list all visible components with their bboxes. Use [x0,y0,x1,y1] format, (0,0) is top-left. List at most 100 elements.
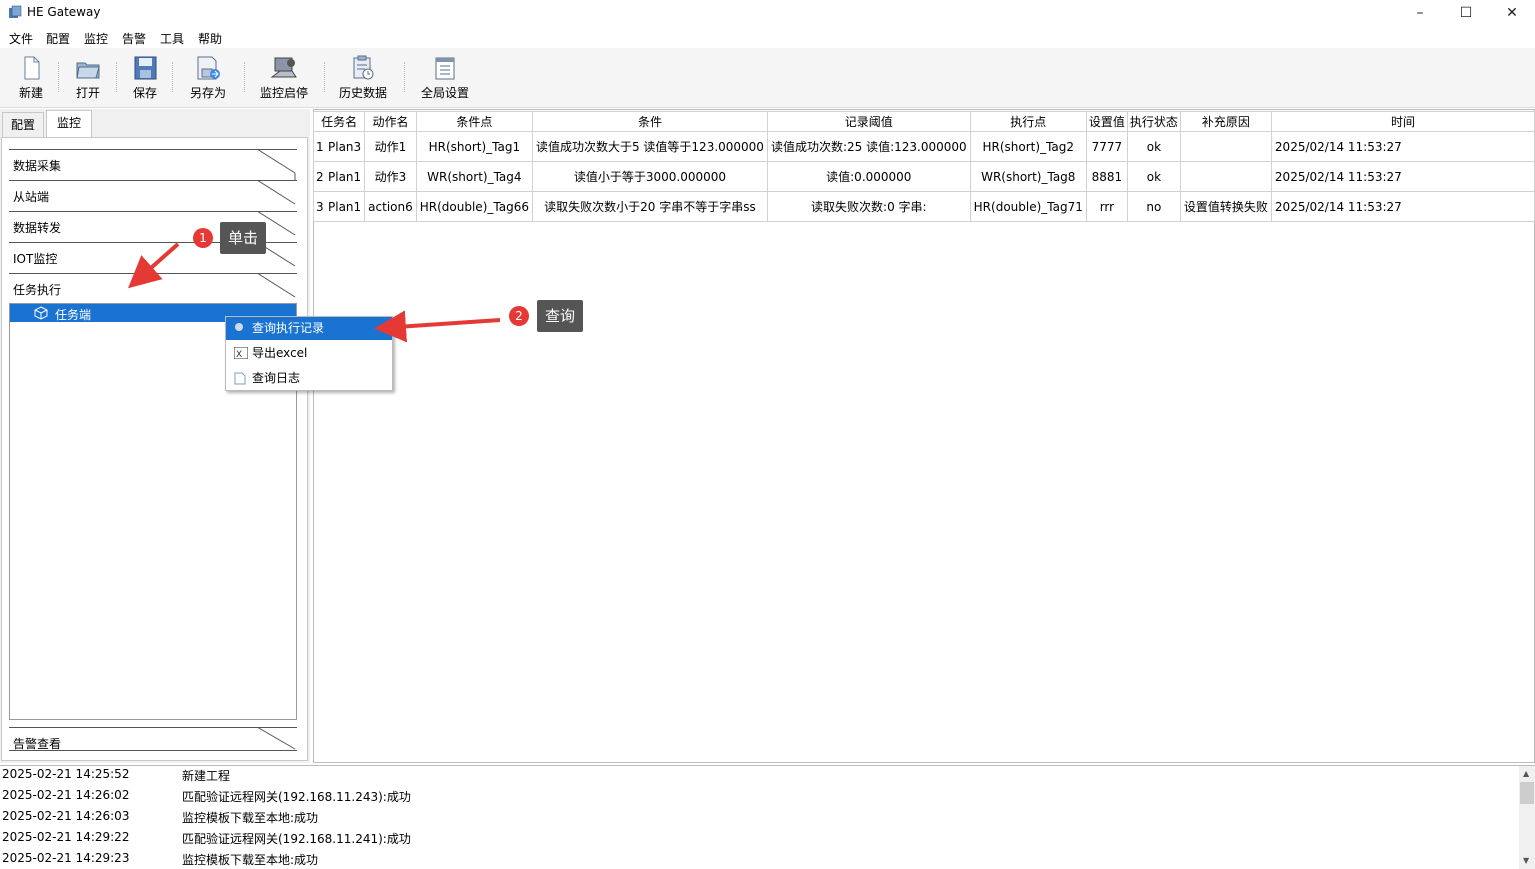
section-alarm-view[interactable]: 告警查看 [9,727,297,751]
menu-help[interactable]: 帮助 [198,30,222,47]
section-label: 任务执行 [13,283,62,297]
log-time: 2025-02-21 14:26:03 [2,809,130,823]
row-number: 1 [316,139,324,154]
col-action-name[interactable]: 动作名 [364,111,417,132]
cell-task-name: 1 Plan3 [312,131,366,162]
ctx-query-log[interactable]: 查询日志 [226,367,392,390]
history-data-button[interactable]: 历史数据 [335,52,391,102]
cell-condition-point: WR(short)_Tag4 [415,161,533,192]
monitor-start-stop-button[interactable]: 监控启停 [255,52,313,102]
col-condition[interactable]: 条件 [531,111,768,132]
menu-alarm[interactable]: 告警 [122,30,146,47]
monitor-start-stop-icon [270,57,297,78]
excel-icon: X [234,347,248,359]
table-row[interactable]: 2 Plan1 动作3 WR(short)_Tag4 读值小于等于3000.000… [312,161,1535,192]
section-task-execution[interactable]: 任务执行 [9,273,297,303]
col-exec-point[interactable]: 执行点 [969,111,1087,132]
section-label: 从站端 [13,190,50,204]
save-button[interactable]: 保存 [126,52,164,102]
scroll-thumb[interactable] [1520,782,1534,804]
col-task-name[interactable]: 任务名 [312,111,366,132]
divider [9,750,297,751]
cell-record-threshold: 读取失败次数:0 字串: [766,191,971,222]
cell-action-name: action6 [364,191,417,222]
app-logo-icon [8,5,22,19]
log-scrollbar[interactable]: ▲ ▼ [1519,766,1535,869]
new-label: 新建 [18,86,43,100]
open-button[interactable]: 打开 [68,52,108,102]
toolbar-separator [116,62,117,92]
cell-action-name: 动作1 [364,131,417,162]
section-slave[interactable]: 从站端 [9,180,297,210]
menu-file[interactable]: 文件 [9,30,33,47]
col-extra-reason[interactable]: 补充原因 [1179,111,1272,132]
log-message: 新建工程 [182,769,231,783]
cell-set-value: 8881 [1085,161,1128,192]
menu-monitor[interactable]: 监控 [84,30,108,47]
menu-bar [0,27,1535,48]
cell-record-threshold: 读值:0.000000 [766,161,971,192]
cell-extra-reason [1179,161,1272,192]
tab-config[interactable]: 配置 [2,112,44,137]
cell-exec-point: WR(short)_Tag8 [969,161,1087,192]
global-settings-button[interactable]: 全局设置 [416,52,474,102]
menu-tools[interactable]: 工具 [160,30,184,47]
global-settings-label: 全局设置 [420,86,469,100]
cell-time: 2025/02/14 11:53:27 [1270,161,1535,192]
ctx-query-exec-records[interactable]: 查询执行记录 [226,317,392,340]
col-record-threshold[interactable]: 记录阈值 [766,111,971,132]
col-exec-status[interactable]: 执行状态 [1126,111,1181,132]
cell-extra-reason [1179,131,1272,162]
table-row[interactable]: 1 Plan3 动作1 HR(short)_Tag1 读值成功次数大于5 读值等于… [312,131,1535,162]
ctx-export-excel[interactable]: X 导出excel [226,342,392,365]
cell-condition: 读值成功次数大于5 读值等于123.000000 [531,131,768,162]
cell-extra-reason: 设置值转换失败 [1179,191,1272,222]
menu-config[interactable]: 配置 [46,30,70,47]
scroll-down-icon[interactable]: ▼ [1523,856,1529,865]
minimize-button[interactable]: – [1397,0,1443,27]
save-as-button[interactable]: 另存为 [182,52,234,102]
step-badge-2: 2 [509,306,529,326]
cell-exec-status: no [1126,191,1181,222]
window-title: HE Gateway [27,5,101,19]
toolbar-separator [244,62,245,92]
global-settings-icon [435,57,455,80]
monitor-start-stop-label: 监控启停 [259,86,308,100]
ctx-label: 查询日志 [252,371,301,385]
cell-time: 2025/02/14 11:53:27 [1270,191,1535,222]
cell-set-value: 7777 [1085,131,1128,162]
tree-item-label: 任务端 [55,308,92,322]
cell-exec-status: ok [1126,161,1181,192]
close-button[interactable]: ✕ [1489,0,1535,27]
new-button[interactable]: 新建 [12,52,50,102]
toolbar-separator [172,62,173,92]
section-label: 数据采集 [13,159,62,173]
table-header-row: 任务名 动作名 条件点 条件 记录阈值 执行点 设置值 执行状态 补充原因 时间 [312,111,1535,132]
col-condition-point[interactable]: 条件点 [415,111,533,132]
section-data-collection[interactable]: 数据采集 [9,149,297,180]
table-row[interactable]: 3 Plan1 action6 HR(double)_Tag66 读取失败次数小于… [312,191,1535,222]
tab-monitor[interactable]: 监控 [46,110,92,137]
col-time[interactable]: 时间 [1270,111,1535,132]
maximize-button[interactable]: ☐ [1443,0,1489,27]
log-time: 2025-02-21 14:29:23 [2,851,130,865]
callout-query: 查询 [537,300,584,332]
history-data-icon [353,55,374,80]
save-icon [134,56,157,80]
new-file-icon [24,56,40,80]
log-message: 匹配验证远程网关(192.168.11.243):成功 [182,790,411,804]
open-label: 打开 [75,86,100,100]
log-message: 监控模板下载至本地:成功 [182,853,319,867]
execution-records-table: 任务名 动作名 条件点 条件 记录阈值 执行点 设置值 执行状态 补充原因 时间… [312,111,1535,222]
toolbar-separator [58,62,59,92]
cell-condition-point: HR(double)_Tag66 [415,191,533,222]
col-set-value[interactable]: 设置值 [1085,111,1128,132]
svg-text:X: X [236,350,242,359]
section-label: IOT监控 [13,252,58,266]
step-badge-1: 1 [193,228,213,248]
scroll-up-icon[interactable]: ▲ [1523,769,1529,778]
toolbar-separator [324,62,325,92]
cell-action-name: 动作3 [364,161,417,192]
log-message: 监控模板下载至本地:成功 [182,811,319,825]
cube-icon [34,306,48,320]
